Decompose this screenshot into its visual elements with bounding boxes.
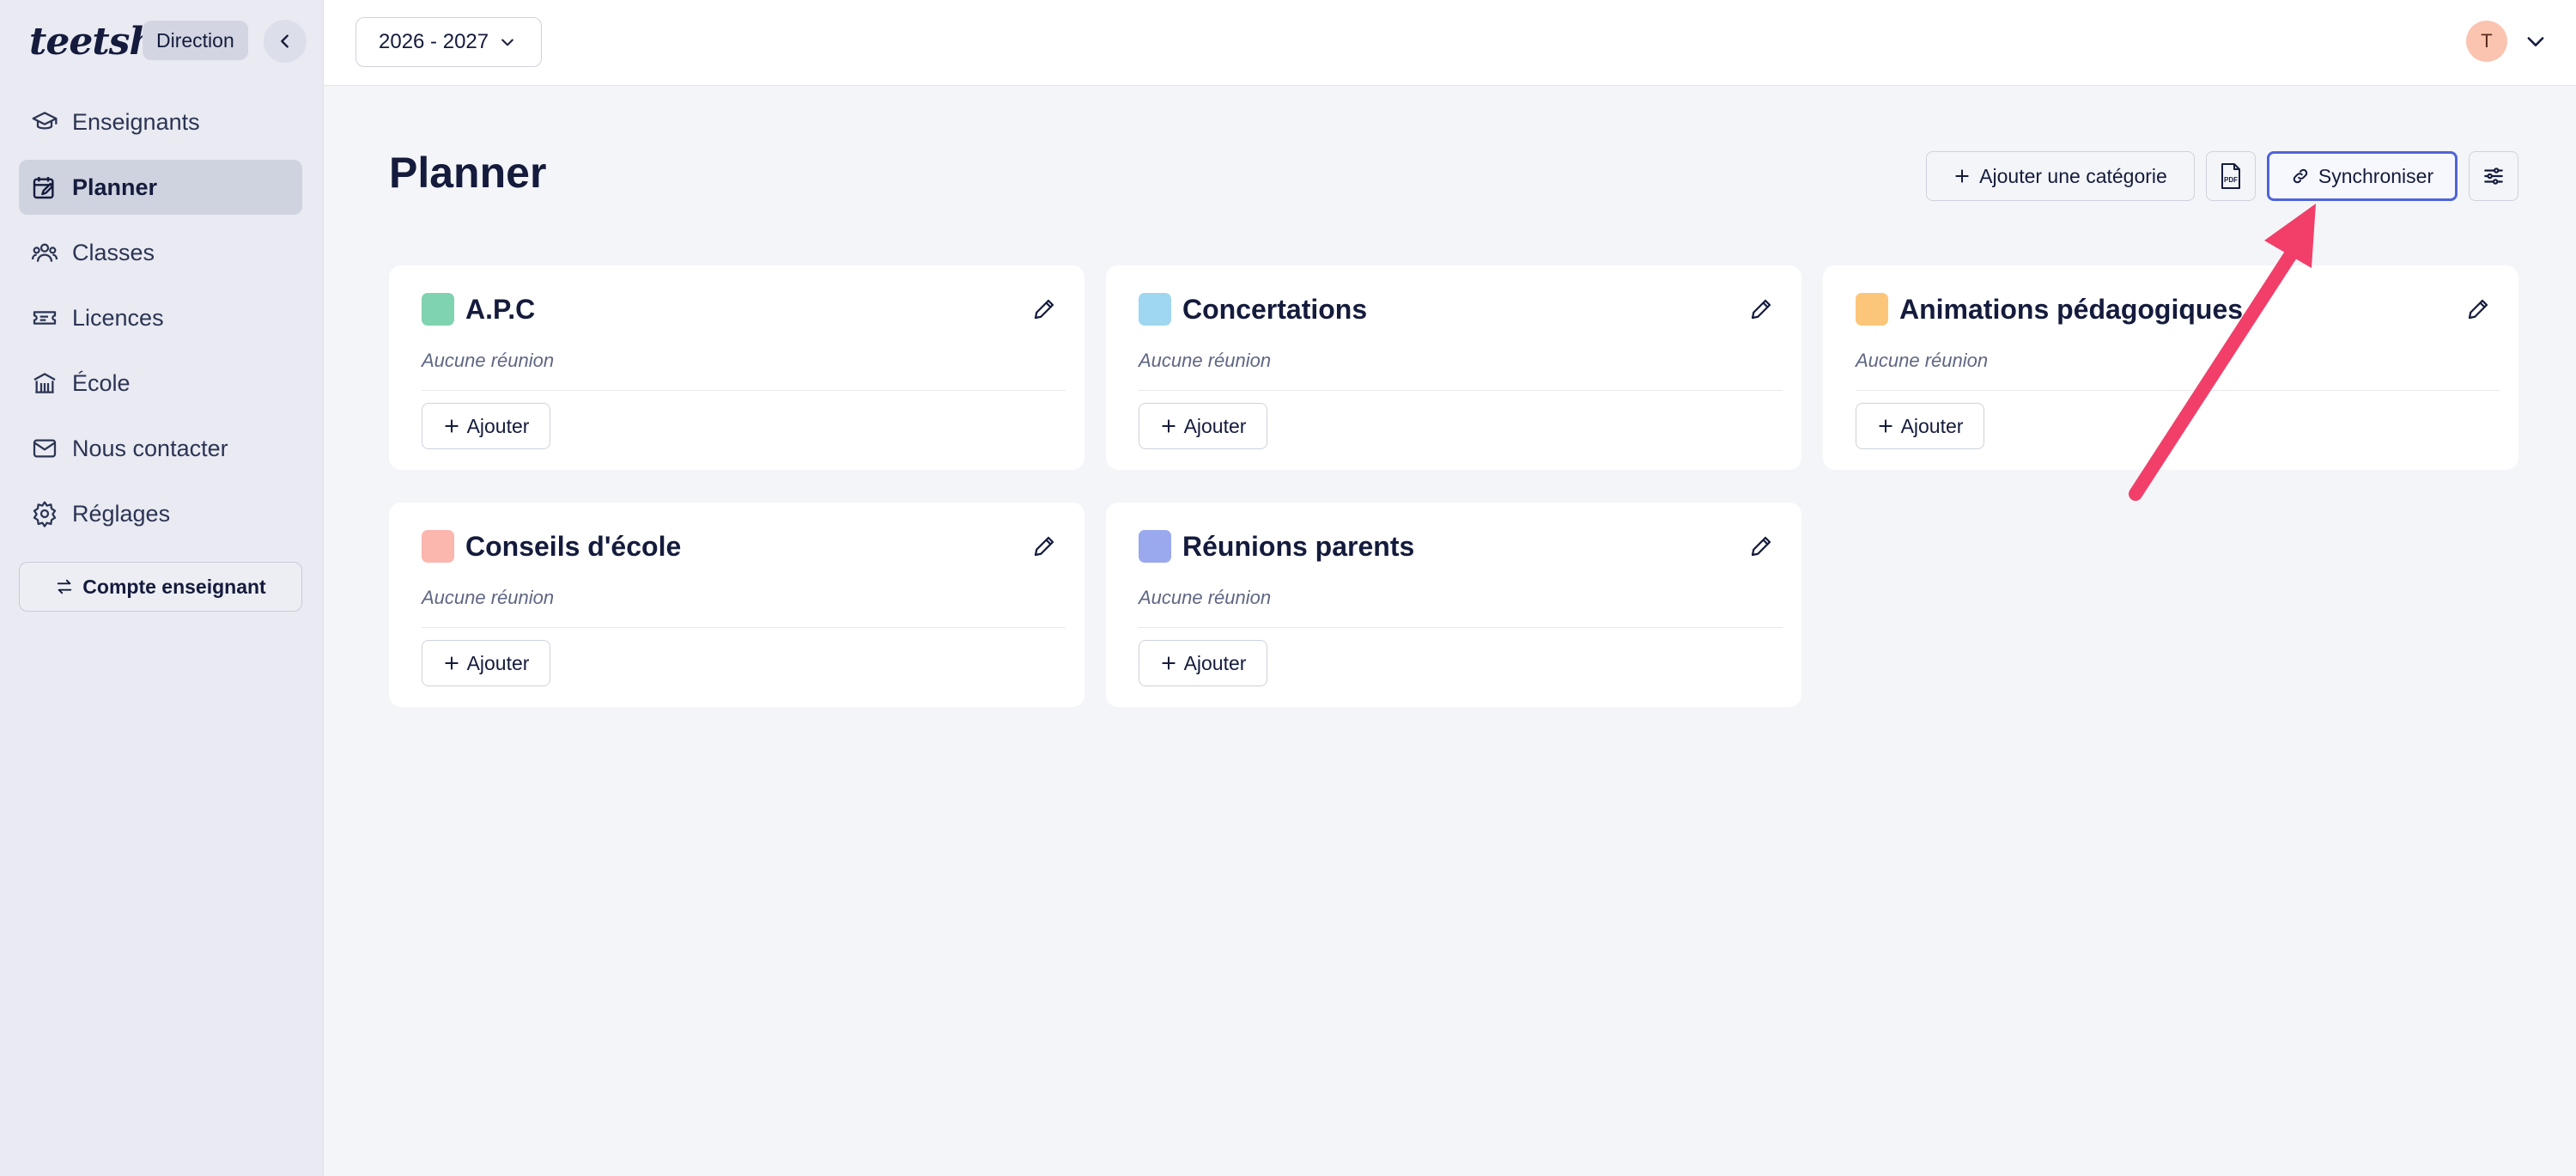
plus-icon [1160,655,1177,672]
sidebar-item-label: Licences [72,304,164,331]
category-card-animations-pedagogiques: Animations pédagogiques Aucune réunion A… [1823,265,2518,470]
school-year-select[interactable]: 2026 - 2027 [355,17,542,67]
role-badge: Direction [143,21,248,60]
chevron-down-icon[interactable] [2524,29,2548,53]
add-meeting-button[interactable]: Ajouter [422,403,550,449]
divider [1856,390,2500,391]
collapse-sidebar-button[interactable] [264,20,307,63]
pencil-icon[interactable] [1031,296,1057,322]
pencil-icon[interactable] [1748,533,1774,559]
divider [1139,627,1783,628]
add-meeting-label: Ajouter [466,414,530,437]
chevron-down-icon [499,34,516,51]
category-color-swatch [1139,530,1171,563]
add-meeting-label: Ajouter [1183,414,1247,437]
school-year-value: 2026 - 2027 [379,30,489,53]
pencil-icon[interactable] [1031,533,1057,559]
graduation-cap-icon [29,107,60,137]
sidebar-item-label: Enseignants [72,108,200,135]
add-meeting-button[interactable]: Ajouter [1139,640,1267,686]
add-category-label: Ajouter une catégorie [1979,164,2167,187]
add-meeting-button[interactable]: Ajouter [1139,403,1267,449]
divider [422,627,1066,628]
category-empty-text: Aucune réunion [1139,587,1272,608]
add-meeting-label: Ajouter [1183,651,1247,674]
sidebar-item-nous-contacter[interactable]: Nous contacter [19,421,302,476]
pdf-file-icon: PDF [2218,162,2244,190]
calendar-edit-icon [29,172,60,203]
category-empty-text: Aucune réunion [422,350,555,371]
swap-arrows-icon [55,577,74,596]
sidebar-item-ecole[interactable]: École [19,356,302,411]
sliders-icon [2482,165,2505,187]
category-card-conseils-ecole: Conseils d'école Aucune réunion Ajouter [389,503,1084,707]
category-card-apc: A.P.C Aucune réunion Ajouter [389,265,1084,470]
divider [422,390,1066,391]
pdf-label: PDF [2224,176,2238,184]
category-title: Conseils d'école [465,531,682,562]
sidebar-item-reglages[interactable]: Réglages [19,486,302,541]
topbar: 2026 - 2027 T [324,0,2576,86]
sidebar-item-classes[interactable]: Classes [19,225,302,280]
category-color-swatch [422,293,454,326]
plus-icon [443,655,460,672]
category-color-swatch [1139,293,1171,326]
sidebar-item-label: Planner [72,174,158,200]
sidebar-item-licences[interactable]: Licences [19,290,302,345]
sidebar-item-enseignants[interactable]: Enseignants [19,94,302,149]
plus-icon [1877,417,1894,435]
add-meeting-button[interactable]: Ajouter [422,640,550,686]
sidebar-item-label: Classes [72,239,155,265]
gear-icon [29,498,60,529]
avatar[interactable]: T [2466,21,2507,62]
sidebar-item-label: École [72,369,131,396]
mail-icon [29,433,60,464]
chevron-left-icon [281,34,289,48]
category-card-reunions-parents: Réunions parents Aucune réunion Ajouter [1106,503,1801,707]
link-icon [2291,167,2310,186]
sidebar-nav: Enseignants Planner Classes Licences Éco… [19,94,302,551]
category-color-swatch [422,530,454,563]
school-building-icon [29,368,60,399]
sidebar-item-label: Nous contacter [72,435,228,461]
category-empty-text: Aucune réunion [1856,350,1989,371]
synchronize-label: Synchroniser [2318,164,2434,187]
export-pdf-button[interactable]: PDF [2206,151,2256,201]
sidebar-item-label: Réglages [72,500,171,527]
category-title: Réunions parents [1182,531,1415,562]
sidebar: teetshi Direction Enseignants Planner Cl… [0,0,324,1176]
logo-text: teetsh [29,19,156,64]
add-meeting-button[interactable]: Ajouter [1856,403,1984,449]
plus-icon [443,417,460,435]
category-empty-text: Aucune réunion [1139,350,1272,371]
category-color-swatch [1856,293,1888,326]
pencil-icon[interactable] [2465,296,2491,322]
plus-icon [1953,168,1971,185]
sidebar-item-planner[interactable]: Planner [19,160,302,215]
category-title: Animations pédagogiques [1899,294,2244,325]
add-category-button[interactable]: Ajouter une catégorie [1926,151,2195,201]
page-title: Planner [389,149,547,197]
pencil-icon[interactable] [1748,296,1774,322]
filter-settings-button[interactable] [2469,151,2518,201]
ticket-icon [29,302,60,333]
plus-icon [1160,417,1177,435]
users-icon [29,237,60,268]
category-empty-text: Aucune réunion [422,587,555,608]
category-title: Concertations [1182,294,1368,325]
add-meeting-label: Ajouter [1900,414,1964,437]
category-card-concertations: Concertations Aucune réunion Ajouter [1106,265,1801,470]
synchronize-button[interactable]: Synchroniser [2267,151,2458,201]
add-meeting-label: Ajouter [466,651,530,674]
switch-account-button[interactable]: Compte enseignant [19,562,302,612]
category-title: A.P.C [465,294,536,325]
switch-account-label: Compte enseignant [82,575,266,598]
divider [1139,390,1783,391]
